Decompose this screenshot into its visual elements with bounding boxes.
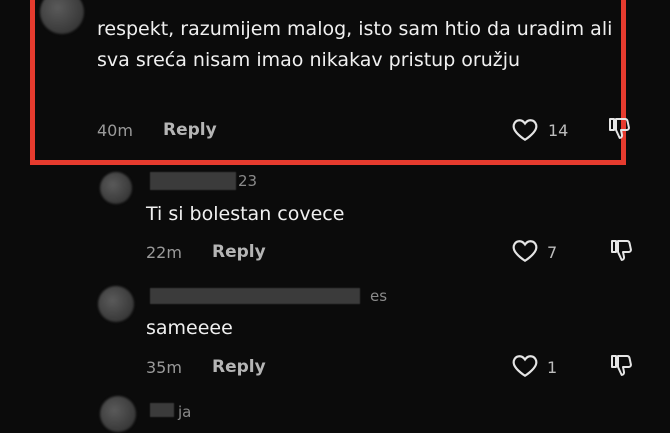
like-count: 7 — [547, 243, 558, 262]
pixelated-username — [150, 288, 360, 304]
heart-outline-icon[interactable] — [512, 118, 538, 142]
comment-time: 35m — [146, 358, 182, 377]
comment-text: respekt, razumijem malog, isto sam htio … — [97, 18, 613, 71]
pixelated-username — [150, 403, 174, 417]
heart-outline-icon[interactable] — [512, 354, 538, 378]
comment-text: sameeee — [146, 317, 233, 339]
comment-text: Ti si bolestan covece — [146, 203, 345, 225]
heart-outline-icon[interactable] — [512, 239, 538, 263]
reply-button[interactable]: Reply — [212, 242, 266, 262]
avatar[interactable] — [100, 172, 132, 204]
avatar[interactable] — [98, 286, 134, 322]
thumbs-down-icon[interactable] — [608, 116, 630, 140]
reply-button[interactable]: Reply — [163, 120, 217, 140]
thumbs-down-icon[interactable] — [610, 353, 632, 377]
thumbs-down-icon[interactable] — [610, 238, 632, 262]
reply-button[interactable]: Reply — [212, 357, 266, 377]
username: 23 — [238, 172, 258, 190]
comment-time: 22m — [146, 243, 182, 262]
username: ja — [178, 403, 192, 421]
like-count: 1 — [547, 358, 558, 377]
pixelated-username — [150, 172, 236, 190]
avatar[interactable] — [100, 396, 136, 432]
comment-time: 40m — [97, 121, 133, 140]
like-count: 14 — [548, 121, 569, 140]
username: es — [370, 287, 388, 305]
